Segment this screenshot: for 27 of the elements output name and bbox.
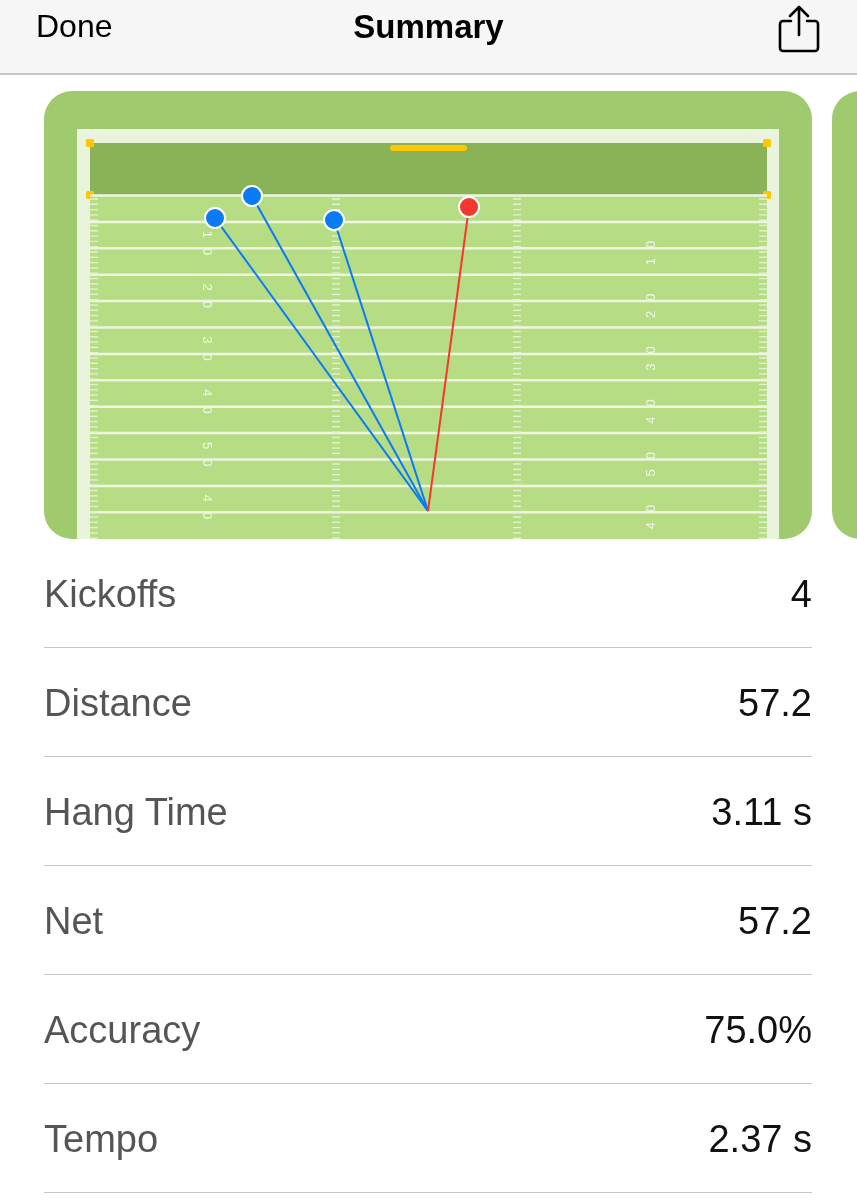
yard-number: 40 xyxy=(199,494,215,530)
stat-label: Distance xyxy=(44,681,192,725)
stat-label: Accuracy xyxy=(44,1008,201,1052)
stat-value: 57.2 xyxy=(738,681,812,725)
yard-number: 40 xyxy=(642,389,658,424)
yard-number: 20 xyxy=(199,283,215,319)
share-icon[interactable] xyxy=(777,4,821,53)
stat-value: 4 xyxy=(790,572,812,616)
stat-value: 75.0% xyxy=(704,1008,812,1052)
stat-value: 3.11 s xyxy=(711,790,812,834)
done-button[interactable]: Done xyxy=(36,8,113,45)
stat-label: Kickoffs xyxy=(44,572,177,616)
yard-number: 10 xyxy=(642,230,658,266)
yard-number: 20 xyxy=(642,283,658,319)
yard-number: 40 xyxy=(642,494,658,530)
stat-value: 57.2 xyxy=(738,899,812,943)
stat-label: Hang Time xyxy=(44,790,228,834)
stat-value: 2.37 s xyxy=(708,1117,812,1161)
stat-label: Net xyxy=(44,899,104,943)
yard-number: 10 xyxy=(199,230,215,266)
nav-title: Summary xyxy=(353,8,504,46)
yard-number: 30 xyxy=(199,336,215,371)
stat-label: Tempo xyxy=(44,1117,159,1161)
yard-number: 30 xyxy=(642,336,658,371)
yard-number: 40 xyxy=(199,389,215,424)
yard-number: 50 xyxy=(199,441,215,477)
yard-number: 50 xyxy=(642,441,658,477)
